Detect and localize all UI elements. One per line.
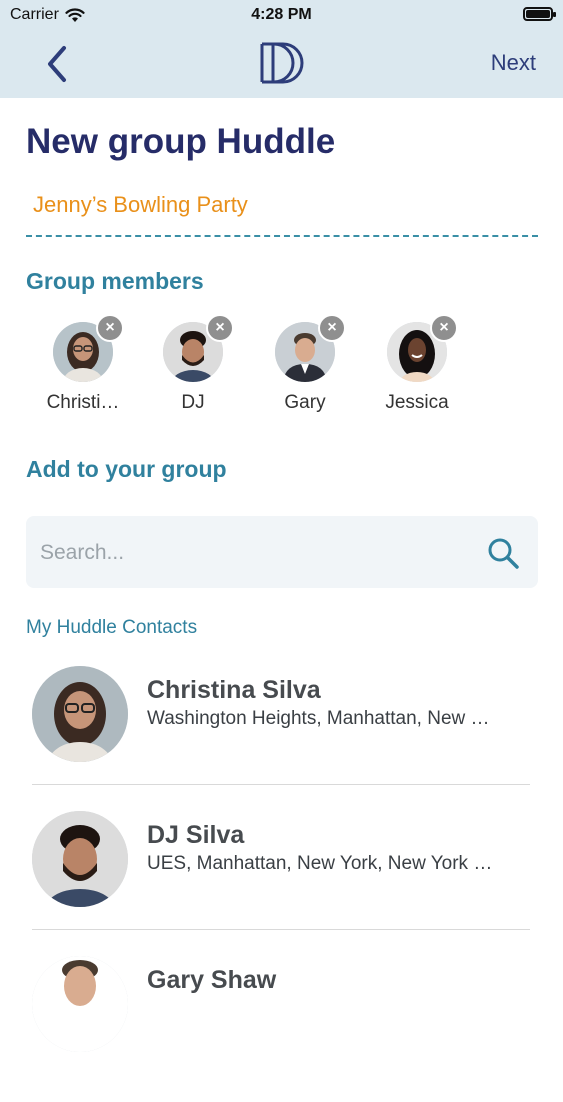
contact-avatar xyxy=(32,811,128,907)
group-member: × Gary xyxy=(250,314,360,414)
contact-avatar xyxy=(32,956,128,1052)
group-member: × DJ xyxy=(138,314,248,414)
contact-divider xyxy=(32,784,530,785)
contact-name: DJ Silva xyxy=(147,821,245,849)
contact-name: Christina Silva xyxy=(147,676,321,704)
remove-member-button[interactable]: × xyxy=(206,314,234,342)
huddle-logo xyxy=(260,42,304,84)
search-input[interactable] xyxy=(38,536,462,570)
contact-row[interactable]: Christina Silva Washington Heights, Manh… xyxy=(26,666,536,812)
member-name: Jessica xyxy=(385,392,449,413)
remove-member-button[interactable]: × xyxy=(96,314,124,342)
contact-name: Gary Shaw xyxy=(147,966,277,994)
contact-avatar xyxy=(32,666,128,762)
contact-location: UES, Manhattan, New York, New York … xyxy=(147,853,493,874)
remove-member-button[interactable]: × xyxy=(318,314,346,342)
contact-divider xyxy=(32,929,530,930)
search-bar xyxy=(26,516,538,588)
member-name: DJ xyxy=(181,392,205,413)
contact-row[interactable]: DJ Silva UES, Manhattan, New York, New Y… xyxy=(26,811,536,957)
group-name-underline xyxy=(26,235,538,237)
member-name: Christi… xyxy=(46,392,120,413)
group-members-heading: Group members xyxy=(26,268,204,294)
group-name-field[interactable]: Jenny’s Bowling Party xyxy=(33,192,248,218)
contacts-heading: My Huddle Contacts xyxy=(26,617,198,638)
status-bar: Carrier 4:28 PM xyxy=(0,0,563,30)
page-title: New group Huddle xyxy=(26,122,336,161)
status-time: 4:28 PM xyxy=(251,6,312,23)
contact-location: Washington Heights, Manhattan, New … xyxy=(147,708,490,729)
member-name: Gary xyxy=(284,392,326,413)
battery-icon xyxy=(523,7,556,21)
group-member: × Christi… xyxy=(28,314,138,414)
search-icon[interactable] xyxy=(486,536,520,570)
nav-bar: Next xyxy=(0,30,563,98)
next-button[interactable]: Next xyxy=(491,50,536,76)
add-to-group-heading: Add to your group xyxy=(26,456,227,482)
remove-member-button[interactable]: × xyxy=(430,314,458,342)
back-chevron-icon[interactable] xyxy=(40,44,74,84)
group-member: × Jessica xyxy=(362,314,472,414)
contact-row[interactable]: Gary Shaw xyxy=(26,956,536,1102)
